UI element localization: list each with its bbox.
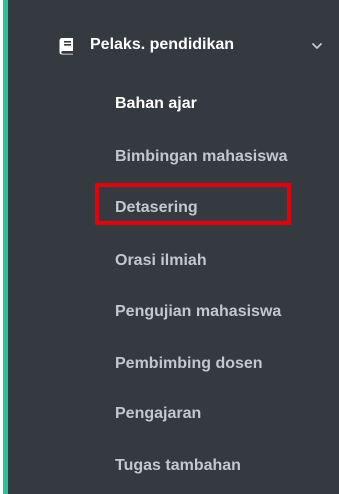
- sidebar-item-label: Orasi ilmiah: [115, 252, 207, 269]
- sidebar-item-pembimbing-dosen[interactable]: Pembimbing dosen: [8, 344, 339, 384]
- sidebar-item-orasi-ilmiah[interactable]: Orasi ilmiah: [8, 241, 339, 281]
- sidebar-group-label: Pelaks. pendidikan: [90, 36, 235, 53]
- sidebar-item-label: Bimbingan mahasiswa: [115, 148, 288, 165]
- sidebar-item-label: Pengujian mahasiswa: [115, 303, 282, 320]
- chevron-down-icon[interactable]: [311, 40, 323, 52]
- sidebar-group-pelaks-pendidikan[interactable]: Pelaks. pendidikan: [8, 20, 339, 72]
- sidebar: Pelaks. pendidikan Bahan ajar Bimbingan …: [3, 0, 339, 494]
- sidebar-item-pengajaran[interactable]: Pengajaran: [8, 394, 339, 434]
- sidebar-item-label: Tugas tambahan: [115, 457, 241, 474]
- sidebar-item-tugas-tambahan[interactable]: Tugas tambahan: [8, 446, 339, 486]
- book-icon: [59, 38, 73, 55]
- sidebar-item-pengujian-mahasiswa[interactable]: Pengujian mahasiswa: [8, 292, 339, 332]
- sidebar-item-label: Bahan ajar: [115, 95, 197, 112]
- sidebar-item-label: Pengajaran: [115, 405, 202, 422]
- sidebar-item-bahan-ajar[interactable]: Bahan ajar: [8, 84, 339, 124]
- sidebar-item-bimbingan-mahasiswa[interactable]: Bimbingan mahasiswa: [8, 137, 339, 177]
- sidebar-item-label: Pembimbing dosen: [115, 355, 263, 372]
- sidebar-item-detasering[interactable]: Detasering: [8, 188, 339, 228]
- sidebar-item-label: Detasering: [115, 199, 198, 216]
